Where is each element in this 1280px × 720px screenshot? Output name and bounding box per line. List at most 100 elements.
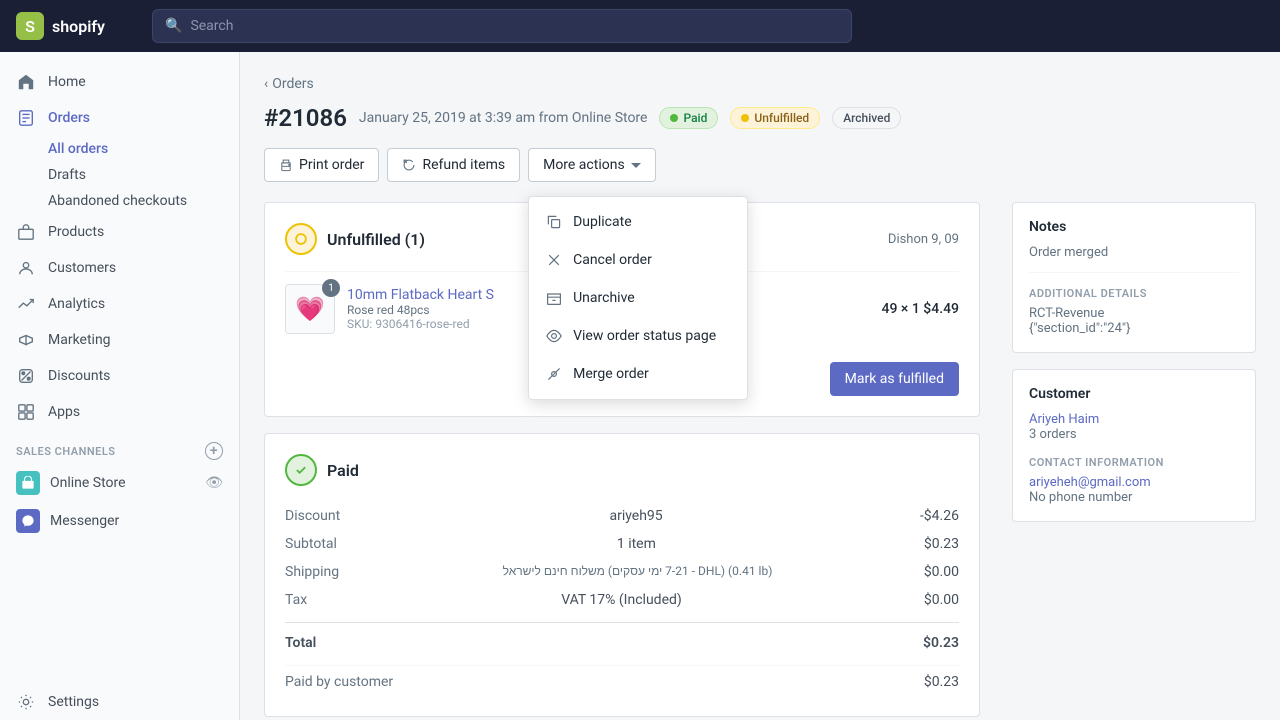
settings-icon — [16, 692, 36, 712]
additional-details-title: ADDITIONAL DETAILS — [1029, 287, 1239, 300]
more-actions-button[interactable]: More actions — [528, 148, 656, 182]
logo[interactable]: S shopify — [16, 12, 136, 40]
sidebar-item-home[interactable]: Home — [0, 64, 239, 100]
sidebar-label-home: Home — [48, 74, 86, 90]
contact-info-title: CONTACT INFORMATION — [1029, 456, 1239, 469]
sidebar-subitem-all-orders[interactable]: All orders — [48, 136, 239, 162]
more-actions-label: More actions — [543, 157, 625, 173]
messenger-icon — [16, 509, 40, 533]
dropdown-item-view-status[interactable]: View order status page — [529, 317, 747, 355]
sidebar-item-customers[interactable]: Customers — [0, 250, 239, 286]
right-panel: Notes Order merged ADDITIONAL DETAILS RC… — [996, 202, 1256, 538]
payment-row-paid-by: Paid by customer $0.23 — [285, 665, 959, 696]
online-store-label: Online Store — [50, 475, 126, 491]
chevron-down-icon — [631, 160, 641, 170]
payment-row-discount: Discount ariyeh95 -$4.26 — [285, 502, 959, 530]
payment-row-total: Total $0.23 — [285, 622, 959, 657]
sales-channels-section: SALES CHANNELS + — [0, 430, 239, 464]
content-with-panel: Unfulfilled (1) Dishon 9, 09 💗 1 10mm Fl… — [264, 202, 1256, 720]
channel-item-online-store[interactable]: Online Store 👁 — [0, 464, 239, 502]
order-date: January 25, 2019 at 3:39 am from Online … — [359, 110, 648, 126]
cancel-icon — [545, 251, 563, 269]
paid-dot — [670, 114, 678, 122]
sidebar-item-products[interactable]: Products — [0, 214, 239, 250]
print-order-button[interactable]: Print order — [264, 148, 379, 182]
sidebar-label-products: Products — [48, 224, 104, 240]
order-header: #21086 January 25, 2019 at 3:39 am from … — [264, 104, 1256, 132]
sidebar-item-apps[interactable]: Apps — [0, 394, 239, 430]
print-icon — [279, 158, 293, 172]
badge-paid: Paid — [659, 107, 718, 129]
action-bar: Print order Refund items More actions — [264, 148, 1256, 182]
unfulfilled-dot — [741, 114, 749, 122]
paid-card: Paid Discount ariyeh95 -$4.26 Subtotal 1… — [264, 433, 980, 717]
refund-items-button[interactable]: Refund items — [387, 148, 520, 182]
badge-unfulfilled: Unfulfilled — [730, 107, 820, 129]
customer-orders: 3 orders — [1029, 427, 1239, 442]
notes-content: Order merged — [1029, 245, 1239, 260]
refund-icon — [402, 158, 416, 172]
analytics-icon — [16, 294, 36, 314]
sidebar-item-orders[interactable]: Orders — [0, 100, 239, 136]
sidebar-item-analytics[interactable]: Analytics — [0, 286, 239, 322]
search-icon: 🔍 — [165, 18, 182, 34]
eye-icon — [545, 327, 563, 345]
marketing-icon — [16, 330, 36, 350]
payment-row-shipping: Shipping משלוח חינם לישראל (7-21 ימי עסק… — [285, 558, 959, 586]
divider — [1029, 272, 1239, 273]
logo-text: shopify — [52, 17, 105, 36]
app-body: Home Orders All orders Drafts Abandoned … — [0, 52, 1280, 720]
more-actions-dropdown: Duplicate Cancel order Unarchive — [528, 196, 748, 400]
discounts-icon — [16, 366, 36, 386]
sidebar-subitem-abandoned[interactable]: Abandoned checkouts — [48, 188, 239, 214]
order-number: #21086 — [264, 104, 347, 132]
merge-icon — [545, 365, 563, 383]
breadcrumb[interactable]: ‹ Orders — [264, 76, 1256, 92]
rct-value: {"section_id":"24"} — [1029, 321, 1239, 336]
sidebar-subitem-drafts[interactable]: Drafts — [48, 162, 239, 188]
sidebar-orders-submenu: All orders Drafts Abandoned checkouts — [0, 136, 239, 214]
apps-icon — [16, 402, 36, 422]
sidebar-label-customers: Customers — [48, 260, 116, 276]
sidebar-item-settings[interactable]: Settings — [0, 684, 240, 720]
sidebar: Home Orders All orders Drafts Abandoned … — [0, 52, 240, 720]
quantity-badge: 1 — [322, 279, 340, 297]
unfulfilled-title: Unfulfilled (1) — [285, 223, 425, 255]
breadcrumb-label: Orders — [272, 76, 314, 92]
sidebar-label-apps: Apps — [48, 404, 80, 420]
online-store-visibility-icon[interactable]: 👁 — [205, 475, 223, 491]
breadcrumb-icon: ‹ — [264, 76, 268, 92]
product-price: 49 × 1 $4.49 — [882, 301, 959, 317]
customer-panel: Customer Ariyeh Haim 3 orders CONTACT IN… — [1012, 369, 1256, 522]
channel-item-messenger[interactable]: Messenger — [0, 502, 239, 540]
print-order-label: Print order — [299, 157, 364, 173]
orders-icon — [16, 108, 36, 128]
dropdown-item-cancel[interactable]: Cancel order — [529, 241, 747, 279]
dropdown-item-duplicate[interactable]: Duplicate — [529, 203, 747, 241]
sidebar-label-discounts: Discounts — [48, 368, 110, 384]
mark-as-fulfilled-button[interactable]: Mark as fulfilled — [830, 362, 959, 396]
top-navigation: S shopify 🔍 Search — [0, 0, 1280, 52]
duplicate-icon — [545, 213, 563, 231]
customer-panel-title: Customer — [1029, 386, 1239, 402]
customers-icon — [16, 258, 36, 278]
notes-panel: Notes Order merged ADDITIONAL DETAILS RC… — [1012, 202, 1256, 353]
customer-name-link[interactable]: Ariyeh Haim — [1029, 412, 1239, 427]
unarchive-icon — [545, 289, 563, 307]
search-bar[interactable]: 🔍 Search — [152, 9, 852, 43]
customer-email-link[interactable]: ariyeheh@gmail.com — [1029, 475, 1239, 490]
main-content: ‹ Orders #21086 January 25, 2019 at 3:39… — [240, 52, 1280, 720]
payment-row-subtotal: Subtotal 1 item $0.23 — [285, 530, 959, 558]
dropdown-item-merge[interactable]: Merge order — [529, 355, 747, 393]
more-actions-wrapper: More actions Duplicate — [528, 148, 656, 182]
dropdown-item-unarchive[interactable]: Unarchive — [529, 279, 747, 317]
rct-label: RCT-Revenue — [1029, 306, 1239, 321]
products-icon — [16, 222, 36, 242]
sidebar-item-discounts[interactable]: Discounts — [0, 358, 239, 394]
add-sales-channel-button[interactable]: + — [205, 442, 223, 460]
badge-archived: Archived — [832, 107, 901, 129]
sidebar-item-marketing[interactable]: Marketing — [0, 322, 239, 358]
shopify-logo-icon: S — [16, 12, 44, 40]
sidebar-label-analytics: Analytics — [48, 296, 105, 312]
online-store-icon — [16, 471, 40, 495]
